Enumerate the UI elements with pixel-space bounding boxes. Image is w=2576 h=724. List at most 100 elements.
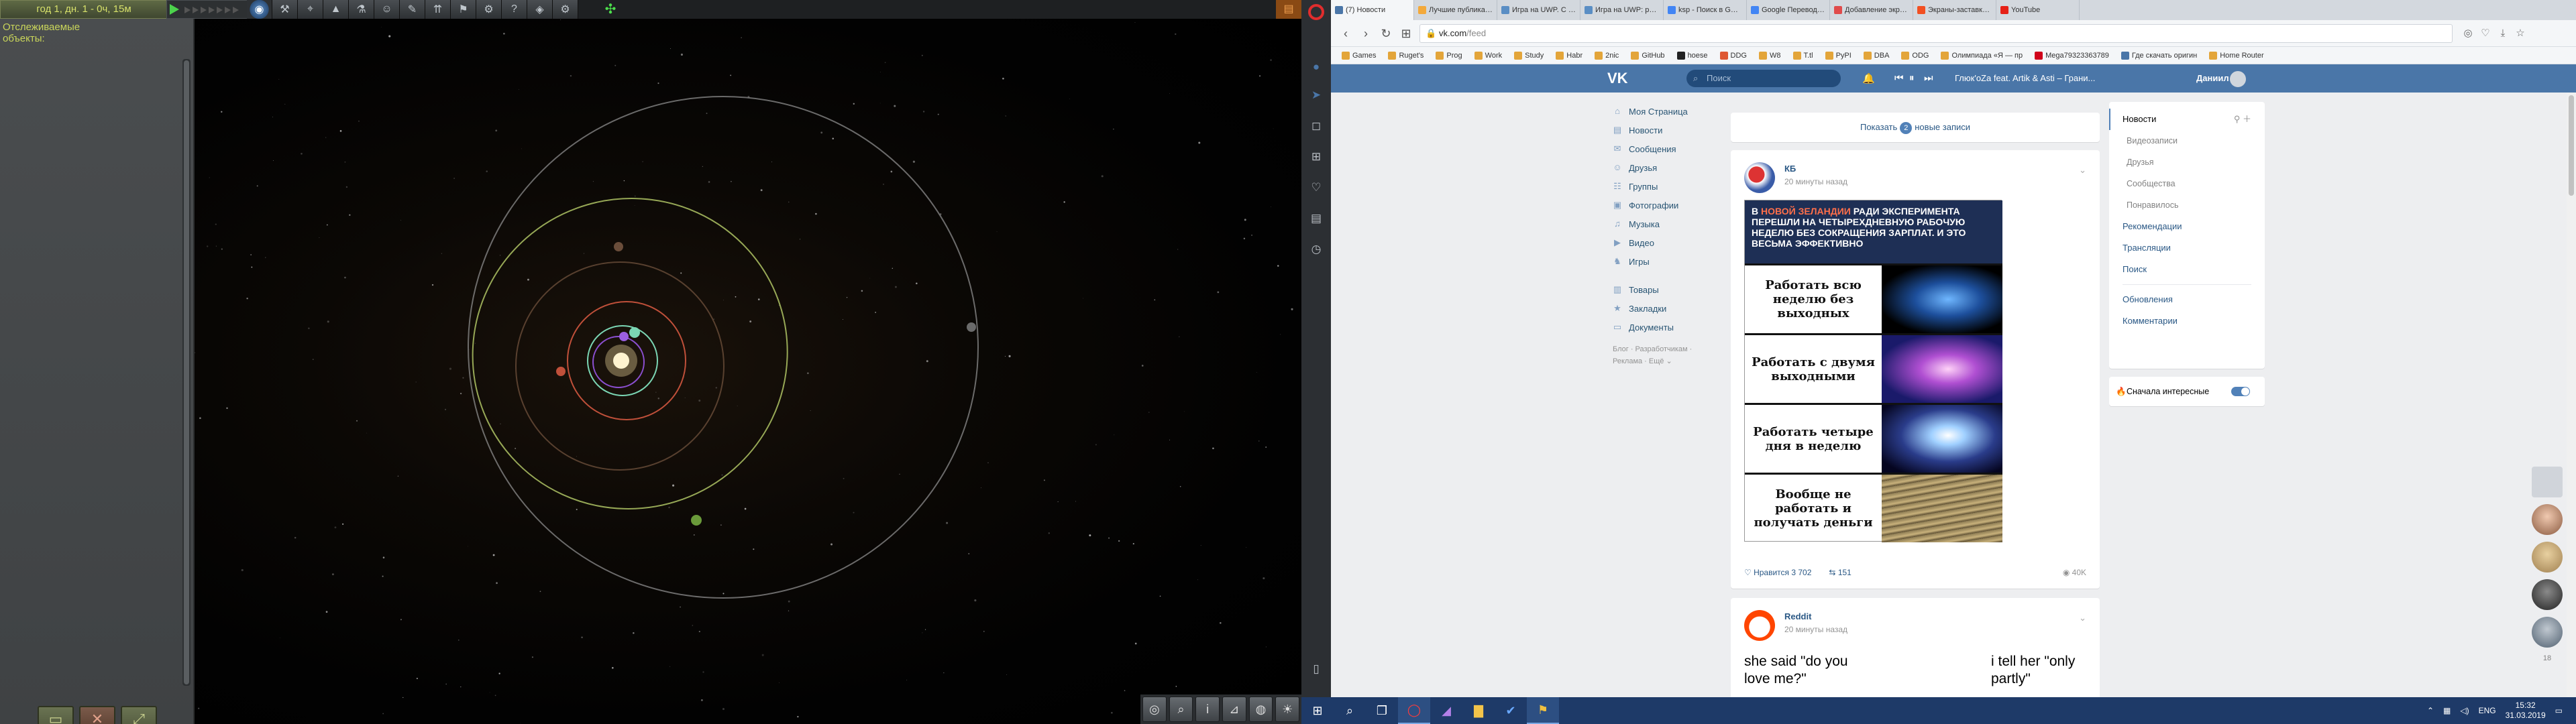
- time-warp-panel[interactable]: [166, 0, 248, 19]
- vk-search-input[interactable]: Поиск: [1686, 70, 1841, 87]
- planet-marker[interactable]: [556, 367, 566, 376]
- bookmark-item[interactable]: W8: [1754, 51, 1786, 60]
- forward-button[interactable]: ›: [1358, 25, 1374, 42]
- warp-icon[interactable]: [233, 7, 239, 13]
- back-button[interactable]: ‹: [1338, 25, 1354, 42]
- bookmark-item[interactable]: Prog: [1430, 51, 1467, 60]
- vk-menu-item[interactable]: ▥ Товары: [1613, 280, 1720, 299]
- science-icon[interactable]: ⚗: [349, 0, 374, 19]
- search-icon[interactable]: ⌕: [1334, 697, 1366, 724]
- feed-filter-item[interactable]: Комментарии: [2109, 310, 2265, 332]
- bell-icon[interactable]: 🔔: [1862, 72, 1875, 84]
- node-icon[interactable]: ◈: [527, 0, 553, 19]
- bookmark-item[interactable]: Ruget's: [1383, 51, 1429, 60]
- signal-icon[interactable]: ◍: [1248, 697, 1273, 722]
- show-new-posts-button[interactable]: Показать 2 новые записи: [1731, 113, 2100, 142]
- globe-icon[interactable]: ◎: [1142, 697, 1167, 722]
- friend-avatar[interactable]: [2532, 579, 2563, 610]
- warp-icon[interactable]: [225, 7, 231, 13]
- bookmark-item[interactable]: Habr: [1550, 51, 1588, 60]
- feed-filter-item[interactable]: Видеозаписи: [2109, 130, 2265, 152]
- feed-filter-item[interactable]: Трансляции: [2109, 237, 2265, 259]
- filter-icon[interactable]: ⚲ ＋: [2234, 109, 2251, 130]
- clock-icon[interactable]: ◷: [1308, 241, 1324, 257]
- browser-tab[interactable]: Google Переводчик: [1747, 0, 1830, 20]
- bookmark-item[interactable]: DDG: [1715, 51, 1752, 60]
- reddit-avatar[interactable]: [1744, 610, 1775, 641]
- vk-menu-item[interactable]: ♞ Игры: [1613, 252, 1720, 271]
- bookmark-item[interactable]: GitHub: [1625, 51, 1670, 60]
- bookmark-item[interactable]: T.tl: [1788, 51, 1819, 60]
- browser-tab[interactable]: (7) Новости: [1331, 0, 1414, 20]
- planet-marker[interactable]: [614, 242, 623, 251]
- grid-icon[interactable]: ⊞: [1308, 149, 1324, 165]
- avatar[interactable]: [1744, 162, 1775, 193]
- vk-footer-links[interactable]: Блог · Разработчикам · Реклама · Ещё ⌄: [1613, 343, 1720, 367]
- prev-track-icon[interactable]: ⏮: [1894, 72, 1904, 84]
- like-button[interactable]: ♡ Нравится 3 702: [1744, 568, 1811, 577]
- kerbal-icon[interactable]: ☺: [374, 0, 400, 19]
- launch-icon[interactable]: ⇈: [425, 0, 451, 19]
- feed-filter-item[interactable]: Рекомендации: [2109, 216, 2265, 237]
- vk-menu-item[interactable]: ▣ Фотографии: [1613, 196, 1720, 215]
- map-view[interactable]: [195, 0, 1301, 724]
- task-view-icon[interactable]: ❐: [1366, 697, 1398, 724]
- camera-icon[interactable]: [2532, 467, 2563, 497]
- bookmark-item[interactable]: ODG: [1896, 51, 1934, 60]
- bookmark-item[interactable]: Study: [1509, 51, 1549, 60]
- news-icon[interactable]: ▤: [1308, 210, 1324, 227]
- sun-icon[interactable]: ☀: [1275, 697, 1300, 722]
- vk-menu-item[interactable]: ▭ Документы: [1613, 318, 1720, 337]
- bookmark-icon[interactable]: ☆: [2513, 26, 2528, 41]
- tracked-scrollbar[interactable]: [182, 59, 191, 686]
- bookmark-item[interactable]: hoese: [1672, 51, 1713, 60]
- strategy-icon[interactable]: ⚑: [451, 0, 476, 19]
- bookmark-item[interactable]: DBA: [1858, 51, 1895, 60]
- bookmark-item[interactable]: Где скачать оригин: [2116, 51, 2202, 60]
- feed-filter-item[interactable]: Сообщества: [2109, 173, 2265, 194]
- url-field[interactable]: 🔒 vk.com/feed: [1419, 24, 2453, 43]
- visual-studio-icon[interactable]: ◢: [1430, 697, 1462, 724]
- post-time[interactable]: 20 минуты назад: [1784, 625, 1847, 634]
- globe-icon[interactable]: ◉: [247, 0, 272, 19]
- heart-icon[interactable]: ♡: [2478, 26, 2493, 41]
- contracts-icon[interactable]: ✎: [400, 0, 425, 19]
- feed-filter-item[interactable]: Поиск: [2109, 259, 2265, 280]
- play-icon[interactable]: [170, 4, 179, 15]
- vk-menu-item[interactable]: ✉ Сообщения: [1613, 139, 1720, 158]
- keyboard-language[interactable]: ENG: [2479, 706, 2496, 715]
- user-name[interactable]: Даниил: [2196, 64, 2229, 93]
- post-author[interactable]: Reddit: [1784, 611, 1811, 621]
- bookmark-item[interactable]: 2nic: [1589, 51, 1624, 60]
- feed-filter-item[interactable]: Понравилось: [2109, 194, 2265, 216]
- vk-menu-item[interactable]: ☺ Друзья: [1613, 158, 1720, 177]
- orbit-map[interactable]: [195, 0, 1301, 724]
- avatar[interactable]: [2230, 71, 2246, 87]
- chevron-down-icon[interactable]: ⌄: [2079, 613, 2086, 623]
- browser-tab[interactable]: Добавление экрана-за: [1830, 0, 1913, 20]
- telegram-icon[interactable]: ➤: [1308, 87, 1324, 103]
- vk-menu-item[interactable]: ▤ Новости: [1613, 121, 1720, 139]
- vk-menu-item[interactable]: ♫ Музыка: [1613, 215, 1720, 233]
- page-scrollbar[interactable]: [2567, 93, 2576, 697]
- connection-icon[interactable]: ✣: [601, 1, 620, 17]
- bookmark-item[interactable]: Home Router: [2204, 51, 2269, 60]
- heart-icon[interactable]: ♡: [1308, 180, 1324, 196]
- notifications-icon[interactable]: ▭: [2555, 706, 2563, 715]
- browser-tab[interactable]: ksp - Поиск в Google: [1664, 0, 1747, 20]
- info-icon[interactable]: i: [1195, 697, 1220, 722]
- orbit-line[interactable]: [468, 96, 979, 599]
- vk-logo-icon[interactable]: VK: [1607, 70, 1631, 86]
- warp-icon[interactable]: [184, 7, 191, 13]
- info-icon[interactable]: ?: [502, 0, 527, 19]
- planet-marker[interactable]: [967, 322, 976, 332]
- warp-icon[interactable]: [193, 7, 199, 13]
- post-time[interactable]: 20 минуты назад: [1784, 177, 1847, 186]
- feed-filter-item[interactable]: Обновления: [2109, 289, 2265, 310]
- bookmark-item[interactable]: Mega79323363789: [2029, 51, 2114, 60]
- repost-button[interactable]: ⇆ 151: [1829, 568, 1851, 577]
- next-track-icon[interactable]: ⏭: [1924, 72, 1933, 84]
- antenna-icon[interactable]: ⌖: [298, 0, 323, 19]
- feed-filter-item[interactable]: Новости ⚲ ＋: [2109, 109, 2265, 130]
- network-icon[interactable]: ▦: [2443, 706, 2451, 715]
